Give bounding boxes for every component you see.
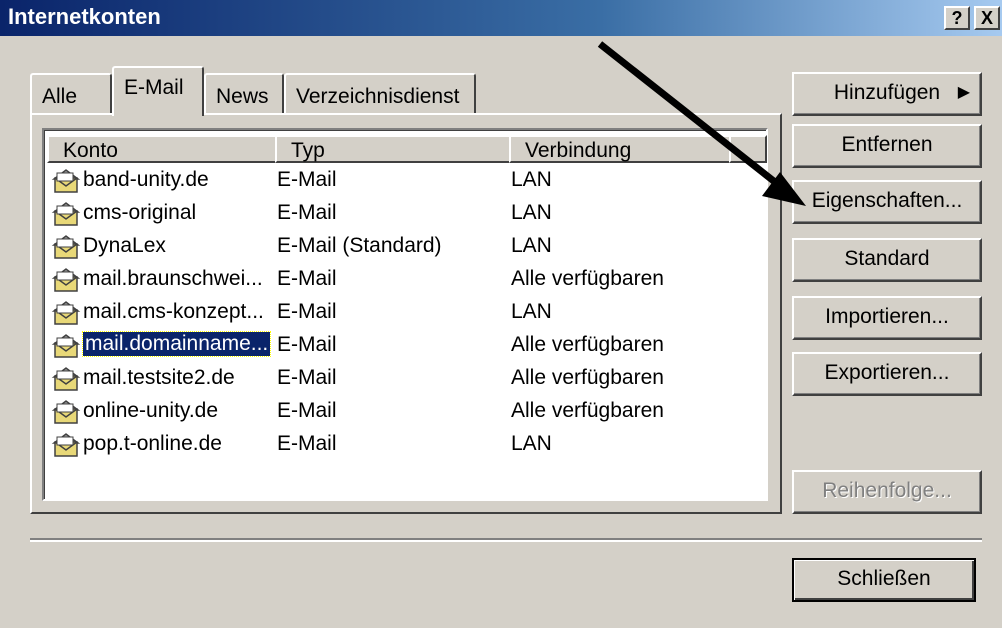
tab-verzeichnisdienst[interactable]: Verzeichnisdienst [284, 73, 476, 113]
mail-account-icon [51, 431, 81, 459]
account-connection: Alle verfügbaren [511, 333, 664, 356]
tab-news[interactable]: News [204, 73, 284, 113]
title-bar: Internetkonten ? X [0, 0, 1002, 36]
tab-label: Verzeichnisdienst [296, 85, 460, 108]
help-button[interactable]: ? [944, 6, 970, 30]
account-connection: LAN [511, 300, 552, 323]
account-connection: LAN [511, 201, 552, 224]
order-button: Reihenfolge... [792, 470, 982, 514]
account-connection: Alle verfügbaren [511, 366, 664, 389]
account-type: E-Mail [277, 333, 337, 356]
account-name: online-unity.de [83, 399, 219, 422]
tab-label: News [216, 85, 269, 108]
account-name: mail.cms-konzept... [83, 300, 264, 323]
account-row[interactable]: DynaLex E-Mail (Standard) LAN [49, 231, 749, 263]
account-list[interactable]: Konto Typ Verbindung band-unity.de E-Mail… [42, 128, 768, 501]
mail-account-icon [51, 299, 81, 327]
account-name: band-unity.de [83, 168, 209, 191]
account-name: mail.testsite2.de [83, 366, 235, 389]
mail-account-icon [51, 167, 81, 195]
add-button[interactable]: Hinzufügen ▶ [792, 72, 982, 116]
account-row[interactable]: cms-original E-Mail LAN [49, 198, 749, 230]
triangle-right-icon: ▶ [957, 84, 970, 101]
account-type: E-Mail [277, 366, 337, 389]
account-row[interactable]: mail.cms-konzept... E-Mail LAN [49, 297, 749, 329]
account-name: pop.t-online.de [83, 432, 222, 455]
properties-button[interactable]: Eigenschaften... [792, 180, 982, 224]
column-header-typ[interactable]: Typ [275, 135, 511, 163]
column-header-konto[interactable]: Konto [47, 135, 277, 163]
account-row[interactable]: band-unity.de E-Mail LAN [49, 165, 749, 197]
tab-label: E-Mail [124, 76, 184, 99]
mail-account-icon [51, 233, 81, 261]
account-name: DynaLex [83, 234, 166, 257]
mail-account-icon [51, 266, 81, 294]
column-header-empty [729, 135, 767, 163]
account-type: E-Mail [277, 267, 337, 290]
account-name: mail.domainname... [81, 331, 272, 357]
account-type: E-Mail (Standard) [277, 234, 442, 257]
account-type: E-Mail [277, 300, 337, 323]
mail-account-icon [51, 200, 81, 228]
add-button-label: Hinzufügen [833, 81, 941, 104]
account-row[interactable]: pop.t-online.de E-Mail LAN [49, 429, 749, 461]
tab-alle[interactable]: Alle [30, 73, 112, 113]
account-connection: LAN [511, 432, 552, 455]
tab-label: Alle [42, 85, 78, 108]
account-connection: Alle verfügbaren [511, 399, 664, 422]
import-button[interactable]: Importieren... [792, 296, 982, 340]
mail-account-icon [51, 398, 81, 426]
account-row[interactable]: mail.domainname... E-Mail Alle verfügbaren [49, 330, 749, 362]
account-connection: Alle verfügbaren [511, 267, 664, 290]
default-button[interactable]: Standard [792, 238, 982, 282]
account-type: E-Mail [277, 168, 337, 191]
account-connection: LAN [511, 234, 552, 257]
close-window-button[interactable]: X [974, 6, 1000, 30]
account-row[interactable]: online-unity.de E-Mail Alle verfügbaren [49, 396, 749, 428]
window-title: Internetkonten [8, 4, 161, 29]
account-connection: LAN [511, 168, 552, 191]
account-type: E-Mail [277, 399, 337, 422]
tab-email[interactable]: E-Mail [112, 66, 204, 116]
account-type: E-Mail [277, 201, 337, 224]
account-name: mail.braunschwei... [83, 267, 263, 290]
mail-account-icon [51, 365, 81, 393]
column-header-verbindung[interactable]: Verbindung [509, 135, 731, 163]
account-name: cms-original [83, 201, 197, 224]
account-row[interactable]: mail.testsite2.de E-Mail Alle verfügbaren [49, 363, 749, 395]
close-button[interactable]: Schließen [792, 558, 976, 602]
mail-account-icon [51, 332, 81, 360]
export-button[interactable]: Exportieren... [792, 352, 982, 396]
remove-button[interactable]: Entfernen [792, 124, 982, 168]
account-row[interactable]: mail.braunschwei... E-Mail Alle verfügbare… [49, 264, 749, 296]
separator [30, 538, 982, 542]
account-type: E-Mail [277, 432, 337, 455]
